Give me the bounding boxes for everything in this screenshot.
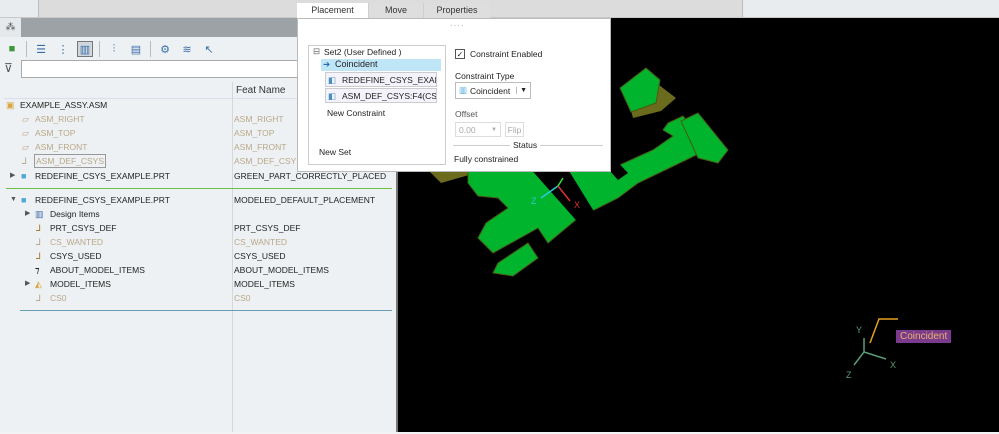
constraint-enabled-label: Constraint Enabled xyxy=(470,49,543,59)
tree-toolbar: ■ ☰ ⋮ ▥ ⫶ ▤ ⚙ ≋ ↖ xyxy=(4,40,217,58)
flip-button[interactable]: Flip xyxy=(505,122,524,137)
design-items-icon: ▥ xyxy=(35,209,44,219)
tree-row[interactable]: ⅃ PRT_CSYS_DEF PRT_CSYS_DEF xyxy=(0,221,396,235)
resize-handle[interactable]: ···· xyxy=(450,21,465,30)
new-constraint-link[interactable]: New Constraint xyxy=(327,108,385,118)
tree-settings-icon[interactable]: ▤ xyxy=(128,41,144,57)
csys-icon: ⅃ xyxy=(36,251,42,261)
axis-label-x: X xyxy=(574,200,580,210)
show-icon[interactable]: ■ xyxy=(4,41,20,57)
note-icon: ⁊ xyxy=(35,265,40,275)
constraint-list: ⊟ Set2 (User Defined ) ➔ Coincident ◧ RE… xyxy=(308,45,446,165)
tree-filter-icon[interactable]: ⫶ xyxy=(106,41,122,57)
tab-placement[interactable]: Placement xyxy=(297,3,368,18)
view-axis-x: X xyxy=(890,360,896,370)
constraint-type-dropdown[interactable]: ▥ Coincident ▼ xyxy=(455,82,531,99)
status-value: Fully constrained xyxy=(454,154,519,164)
constraint-row-selected[interactable]: ➔ Coincident xyxy=(321,59,441,71)
csys-icon: ⅃ xyxy=(22,156,28,166)
collapse-arrow-icon[interactable]: ▼ xyxy=(10,193,17,207)
placement-panel: ···· ⊟ Set2 (User Defined ) ➔ Coincident… xyxy=(297,18,611,172)
datum-plane-icon: ▱ xyxy=(22,114,29,124)
expand-arrow-icon[interactable]: ▶ xyxy=(25,207,30,221)
coincident-icon: ▥ xyxy=(459,85,468,95)
collapse-set-icon[interactable]: ⊟ xyxy=(313,46,320,57)
set-label[interactable]: Set2 (User Defined ) xyxy=(324,47,401,57)
chevron-down-icon[interactable]: ▼ xyxy=(488,127,500,133)
feat-name-header[interactable]: Feat Name xyxy=(236,85,285,96)
part-icon: ■ xyxy=(21,195,27,205)
gear-icon[interactable]: ⚙ xyxy=(157,41,173,57)
layers-icon[interactable]: ≋ xyxy=(179,41,195,57)
tree-row[interactable]: ▶ ◭ MODEL_ITEMS MODEL_ITEMS xyxy=(0,277,396,291)
offset-label: Offset xyxy=(455,109,478,119)
datum-plane-icon: ▱ xyxy=(22,142,29,152)
arrow-right-icon: ➔ xyxy=(323,59,331,69)
expand-list-icon[interactable]: ☰ xyxy=(33,41,49,57)
insert-indicator[interactable] xyxy=(6,188,392,189)
csys-icon: ⅃ xyxy=(36,293,42,303)
axis-label-z: Z xyxy=(531,196,537,206)
collapse-list-icon[interactable]: ⋮ xyxy=(55,41,71,57)
tab-properties[interactable]: Properties xyxy=(423,3,490,18)
tree-columns-icon[interactable]: ▥ xyxy=(77,41,93,57)
component-ref-icon: ◧ xyxy=(328,75,337,85)
tree-row[interactable]: ▼ ■ REDEFINE_CSYS_EXAMPLE.PRT MODELED_DEFAU… xyxy=(0,193,396,207)
constraint-callout[interactable]: Coincident xyxy=(896,330,952,343)
filter-icon: ⊽ xyxy=(4,61,13,75)
divider xyxy=(26,41,27,57)
view-axis-y: Y xyxy=(856,325,862,335)
reference-field-1[interactable]: ◧ REDEFINE_CSYS_EXAMP xyxy=(325,72,437,87)
tab-move[interactable]: Move xyxy=(368,3,423,18)
offset-input[interactable]: 0.00 ▼ xyxy=(455,122,501,137)
csys-icon: ⅃ xyxy=(36,237,42,247)
new-set-link[interactable]: New Set xyxy=(319,147,351,157)
divider xyxy=(150,41,151,57)
datum-plane-icon: ▱ xyxy=(22,128,29,138)
top-bar: Placement Move Properties xyxy=(0,0,999,18)
assembly-ref-icon: ◧ xyxy=(328,91,337,101)
select-icon[interactable]: ↖ xyxy=(201,41,217,57)
model-tree-tab-icon[interactable]: ⁂ xyxy=(0,18,21,37)
tree-row[interactable]: ▶ ▥ Design Items xyxy=(0,207,396,221)
reference-field-2[interactable]: ◧ ASM_DEF_CSYS:F4(CSYS xyxy=(325,88,437,103)
tree-row[interactable]: ⅃ CSYS_USED CSYS_USED xyxy=(0,249,396,263)
constraint-type-label: Constraint Type xyxy=(455,71,515,81)
insert-indicator[interactable] xyxy=(20,310,392,311)
chevron-down-icon[interactable]: ▼ xyxy=(516,87,530,94)
constraint-enabled-checkbox[interactable]: ✓ xyxy=(455,49,465,59)
divider xyxy=(99,41,100,57)
expand-arrow-icon[interactable]: ▶ xyxy=(25,277,30,291)
part-icon: ■ xyxy=(21,171,27,181)
model-items-icon: ◭ xyxy=(35,279,42,289)
tree-row[interactable]: ⁊ ABOUT_MODEL_ITEMS ABOUT_MODEL_ITEMS xyxy=(0,263,396,277)
tree-row[interactable]: ⅃ CS_WANTED CS_WANTED xyxy=(0,235,396,249)
expand-arrow-icon[interactable]: ▶ xyxy=(10,169,15,183)
view-axis-z: Z xyxy=(846,370,852,380)
tree-row[interactable]: ⅃ CS0 CS0 xyxy=(0,291,396,305)
assembly-icon: ▣ xyxy=(6,100,15,110)
status-label: Status xyxy=(510,140,541,150)
csys-icon: ⅃ xyxy=(36,223,42,233)
